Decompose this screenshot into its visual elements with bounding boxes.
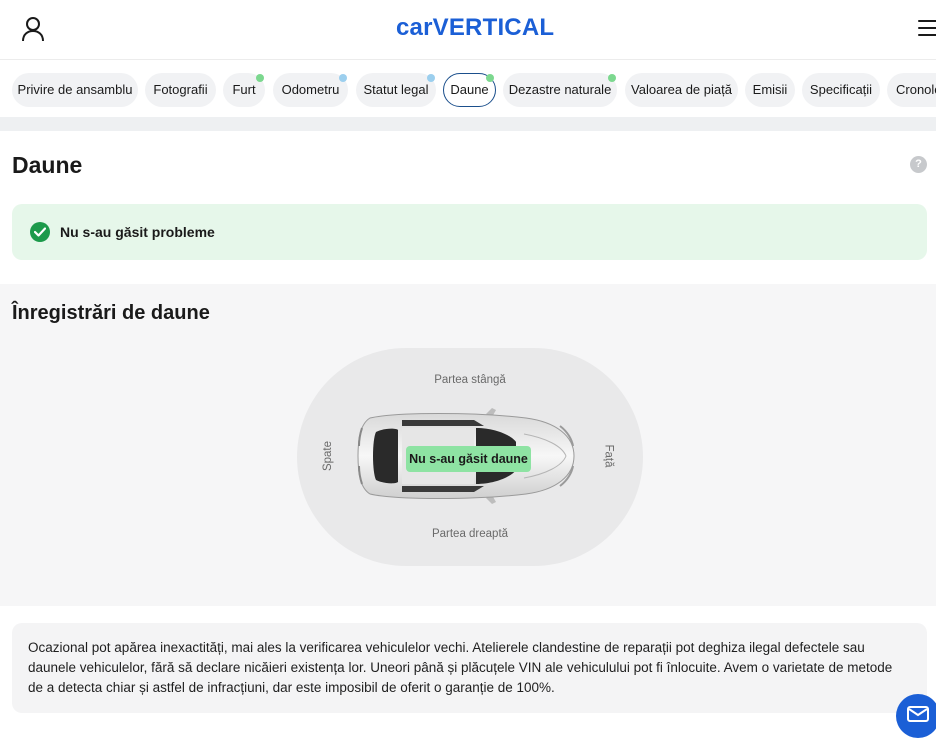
tab-label: Odometru: [281, 82, 340, 97]
records-title: Înregistrări de daune: [12, 302, 210, 324]
damage-records: Înregistrări de daune Partea stângă Part…: [0, 284, 936, 606]
top-header: carVERTICAL: [0, 0, 936, 60]
tab-emisii[interactable]: Emisii: [745, 73, 795, 107]
check-circle-icon: [30, 222, 50, 242]
tab-daune[interactable]: Daune: [443, 73, 496, 107]
tab-label: Daune: [450, 82, 489, 97]
status-dot: [608, 74, 616, 82]
tab-dezastre-naturale[interactable]: Dezastre naturale: [503, 73, 617, 107]
tab-label: Dezastre naturale: [508, 82, 612, 97]
tab-fotografii[interactable]: Fotografii: [145, 73, 216, 107]
tab-specificatii[interactable]: Specificații: [802, 73, 880, 107]
section-divider: [0, 117, 936, 131]
tab-label: Valoarea de piață: [631, 82, 732, 97]
status-dot: [427, 74, 435, 82]
tab-label: Emisii: [752, 82, 788, 97]
tab-privire-de-ansamblu[interactable]: Privire de ansamblu: [12, 73, 138, 107]
front-label: Față: [602, 444, 615, 468]
tab-label: Privire de ansamblu: [17, 82, 133, 97]
status-dot: [256, 74, 264, 82]
status-banner: Nu s-au găsit probleme: [12, 204, 927, 260]
logo[interactable]: carVERTICAL: [396, 14, 554, 42]
status-text: Nu s-au găsit probleme: [60, 224, 215, 240]
tab-label: Statut legal: [363, 82, 429, 97]
hamburger-menu-icon[interactable]: [918, 20, 936, 38]
tab-odometru[interactable]: Odometru: [273, 73, 348, 107]
page-title: Daune: [12, 152, 83, 178]
status-dot: [486, 74, 494, 82]
tab-valoarea-de-piata[interactable]: Valoarea de piață: [625, 73, 738, 107]
disclaimer-text: Ocazional pot apărea inexactități, mai a…: [12, 623, 927, 713]
rear-label: Spate: [322, 440, 335, 472]
help-icon[interactable]: ?: [910, 156, 927, 173]
tab-label: Specificații: [809, 82, 873, 97]
left-side-label: Partea stângă: [434, 374, 506, 386]
tab-label: Fotografii: [153, 82, 208, 97]
damage-status-badge: Nu s-au găsit daune: [406, 446, 531, 472]
section-tabs: Privire de ansamblu Fotografii Furt Odom…: [0, 61, 936, 117]
tab-cronologie[interactable]: Cronologie: [887, 73, 936, 107]
tab-label: Furt: [232, 82, 256, 97]
right-side-label: Partea dreaptă: [431, 528, 509, 540]
mail-icon[interactable]: [896, 694, 936, 738]
tab-label: Cronologie: [896, 82, 936, 97]
status-dot: [339, 74, 347, 82]
tab-statut-legal[interactable]: Statut legal: [356, 73, 436, 107]
tab-furt[interactable]: Furt: [223, 73, 265, 107]
user-icon[interactable]: [20, 15, 46, 43]
